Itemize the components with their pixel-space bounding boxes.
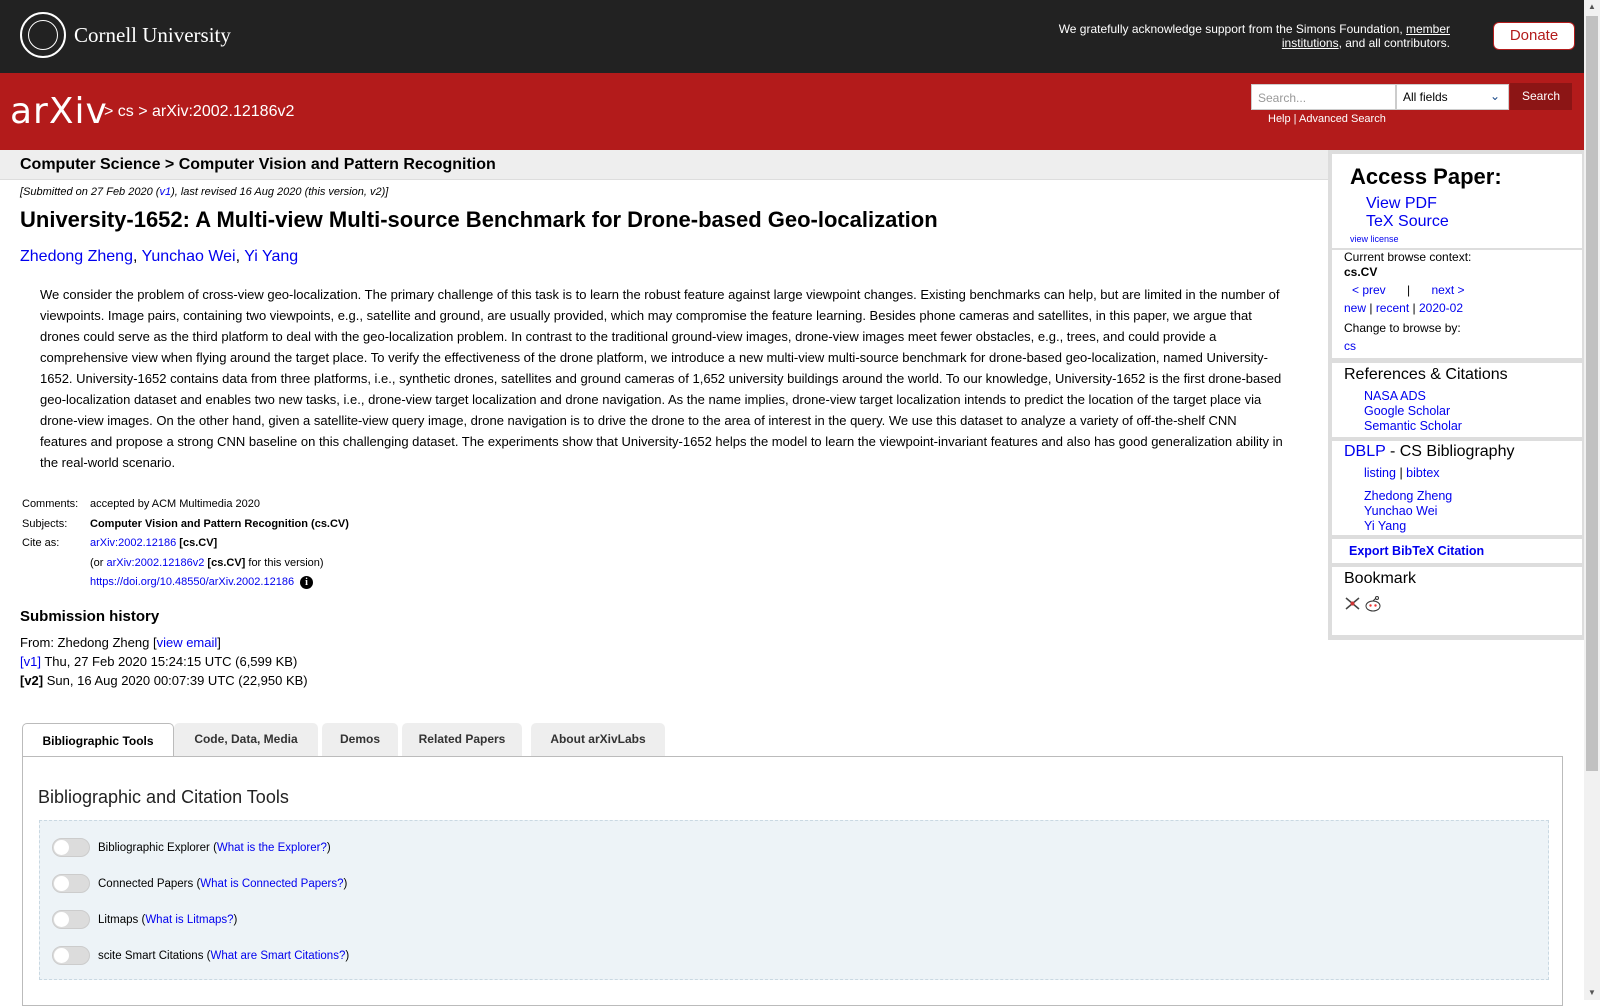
submission-history-heading: Submission history (20, 608, 160, 625)
view-license-link[interactable]: view license (1350, 234, 1399, 244)
author-link[interactable]: Zhedong Zheng (20, 248, 133, 265)
tab-bibliographic-tools[interactable]: Bibliographic Tools (22, 723, 174, 758)
subjects-label: Subjects: (22, 517, 68, 530)
toggle-switch[interactable] (52, 946, 90, 965)
search-help-links: Help | Advanced Search (1268, 113, 1386, 125)
nasa-ads-link[interactable]: NASA ADS (1364, 389, 1426, 403)
search-input[interactable]: Search... (1251, 84, 1396, 110)
dblp-listing-link[interactable]: listing (1364, 466, 1396, 480)
cornell-seal-icon (20, 12, 66, 58)
dblp-author-link[interactable]: Yunchao Wei (1364, 504, 1437, 518)
access-paper-box: Access Paper: View PDF TeX Source view l… (1332, 154, 1582, 248)
metadata-table: Comments: accepted by ACM Multimedia 202… (22, 498, 349, 589)
comments-value: accepted by ACM Multimedia 2020 (90, 498, 260, 510)
view-pdf-link[interactable]: View PDF (1366, 195, 1437, 212)
scrollbar-thumb[interactable] (1586, 16, 1598, 771)
tab-panel: Bibliographic and Citation Tools Bibliog… (22, 756, 1563, 1006)
breadcrumb-id: arXiv:2002.12186v2 (152, 103, 295, 120)
scrollbar[interactable]: ▲ ▼ (1584, 0, 1600, 1000)
tool-info-link[interactable]: What is Litmaps? (145, 914, 233, 926)
tool-info-link[interactable]: What is Connected Papers? (200, 878, 343, 890)
v1-link[interactable]: v1 (159, 186, 171, 198)
recent-link[interactable]: recent (1376, 301, 1409, 315)
references-heading: References & Citations (1344, 366, 1508, 383)
google-scholar-link[interactable]: Google Scholar (1364, 404, 1450, 418)
paper-title: University-1652: A Multi-view Multi-sour… (20, 207, 938, 232)
tab-demos[interactable]: Demos (322, 723, 398, 756)
chevron-down-icon: ⌄ (1489, 89, 1500, 103)
bibsonomy-icon[interactable] (1344, 595, 1361, 611)
new-link[interactable]: new (1344, 301, 1366, 315)
arxiv-logo[interactable]: arXiv (10, 91, 108, 132)
tex-source-link[interactable]: TeX Source (1366, 213, 1449, 230)
access-paper-heading: Access Paper: (1350, 164, 1502, 189)
help-link[interactable]: Help (1268, 113, 1291, 125)
info-icon[interactable]: i (300, 576, 314, 589)
dblp-bibtex-link[interactable]: bibtex (1406, 466, 1439, 480)
prev-link[interactable]: < prev (1352, 283, 1386, 297)
tool-bibliographic-explorer: Bibliographic Explorer (What is the Expl… (52, 838, 331, 857)
version-v2-label: [v2] (20, 673, 44, 688)
search-field-select[interactable]: All fields ⌄ (1396, 84, 1509, 110)
sidebar: Access Paper: View PDF TeX Source view l… (1328, 150, 1586, 640)
toggle-switch[interactable] (52, 874, 90, 893)
references-box: References & Citations NASA ADS Google S… (1332, 363, 1582, 437)
tab-code-data-media[interactable]: Code, Data, Media (174, 723, 318, 756)
semantic-scholar-link[interactable]: Semantic Scholar (1364, 419, 1462, 433)
comments-label: Comments: (22, 498, 79, 510)
export-bibtex-link[interactable]: Export BibTeX Citation (1349, 544, 1484, 558)
scroll-up-icon[interactable]: ▲ (1584, 0, 1600, 14)
reddit-icon[interactable] (1364, 595, 1382, 613)
toggle-switch[interactable] (52, 838, 90, 857)
view-email-link[interactable]: view email (157, 635, 218, 650)
doi-link[interactable]: https://doi.org/10.48550/arXiv.2002.1218… (90, 576, 294, 588)
version-v1-link[interactable]: [v1] (20, 654, 41, 669)
donate-button[interactable]: Donate (1493, 22, 1575, 50)
tools-list: Bibliographic Explorer (What is the Expl… (39, 820, 1549, 980)
cite-link[interactable]: arXiv:2002.12186 (90, 537, 176, 549)
tab-related-papers[interactable]: Related Papers (402, 723, 522, 756)
scroll-down-icon[interactable]: ▼ (1584, 986, 1600, 1000)
month-link[interactable]: 2020-02 (1419, 301, 1463, 315)
dblp-author-link[interactable]: Zhedong Zheng (1364, 489, 1452, 503)
tool-litmaps: Litmaps (What is Litmaps?) (52, 910, 237, 929)
author-list: Zhedong Zheng, Yunchao Wei, Yi Yang (20, 248, 299, 265)
dblp-link[interactable]: DBLP (1344, 443, 1386, 460)
export-box: Export BibTeX Citation (1332, 539, 1582, 563)
browse-cs-link[interactable]: cs (1344, 339, 1356, 353)
subjects-value: Computer Vision and Pattern Recognition … (90, 517, 349, 530)
search-button[interactable]: Search (1510, 83, 1572, 110)
bookmark-box: Bookmark (1332, 567, 1582, 635)
author-link[interactable]: Yunchao Wei (142, 248, 236, 265)
advanced-search-link[interactable]: Advanced Search (1299, 113, 1386, 125)
support-text: We gratefully acknowledge support from t… (1058, 22, 1450, 50)
cite-label: Cite as: (22, 537, 60, 549)
dblp-box: DBLP - CS Bibliography listing | bibtex … (1332, 441, 1582, 535)
breadcrumb-cs[interactable]: cs (118, 103, 134, 120)
cite-version-link[interactable]: arXiv:2002.12186v2 (107, 557, 205, 569)
subject-heading: Computer Science > Computer Vision and P… (20, 156, 496, 173)
tool-info-link[interactable]: What is the Explorer? (217, 842, 327, 854)
tab-about-arxivlabs[interactable]: About arXivLabs (531, 723, 665, 756)
author-link[interactable]: Yi Yang (244, 248, 298, 265)
next-link[interactable]: next > (1432, 283, 1465, 297)
cornell-logo[interactable]: Cornell University (20, 12, 231, 58)
submission-history: From: Zhedong Zheng [view email] [v1] Th… (20, 635, 308, 688)
browse-context-box: Current browse context: cs.CV < prev | n… (1332, 250, 1582, 358)
tool-scite: scite Smart Citations (What are Smart Ci… (52, 946, 349, 965)
abstract: We consider the problem of cross-view ge… (40, 287, 1283, 470)
tool-info-link[interactable]: What are Smart Citations? (210, 950, 345, 962)
subject-bar: Computer Science > Computer Vision and P… (0, 150, 1328, 180)
toggle-switch[interactable] (52, 910, 90, 929)
dblp-author-link[interactable]: Yi Yang (1364, 519, 1406, 533)
tool-connected-papers: Connected Papers (What is Connected Pape… (52, 874, 347, 893)
submission-dateline: [Submitted on 27 Feb 2020 (v1), last rev… (20, 186, 389, 198)
bookmark-heading: Bookmark (1344, 570, 1417, 587)
breadcrumb: > cs > arXiv:2002.12186v2 (104, 103, 295, 120)
cornell-header: Cornell University We gratefully acknowl… (0, 0, 1584, 73)
browse-context: cs.CV (1344, 265, 1378, 279)
panel-heading: Bibliographic and Citation Tools (38, 787, 289, 807)
cornell-name: Cornell University (74, 22, 231, 47)
arxiv-header: arXiv > cs > arXiv:2002.12186v2 Search..… (0, 73, 1584, 150)
